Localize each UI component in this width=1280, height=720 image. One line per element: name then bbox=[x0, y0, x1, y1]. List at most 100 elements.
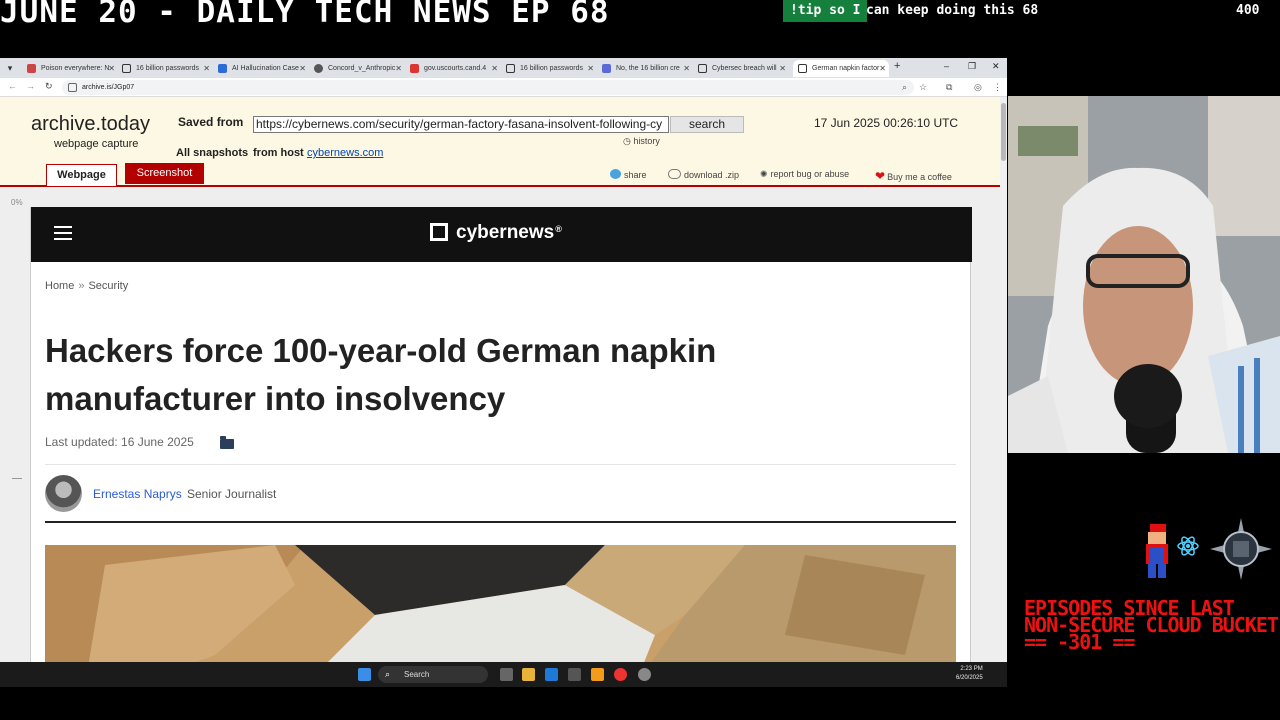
close-icon[interactable]: ✕ bbox=[299, 60, 306, 77]
streamer-video bbox=[1008, 96, 1280, 453]
close-icon[interactable]: ✕ bbox=[779, 60, 786, 77]
menu-dots-icon[interactable]: ⋮ bbox=[993, 82, 1002, 93]
terminal-icon[interactable] bbox=[568, 668, 581, 681]
saved-url-input[interactable]: https://cybernews.com/security/german-fa… bbox=[253, 116, 669, 133]
browser-tab[interactable]: AI Hallucination Case ✕ bbox=[213, 60, 309, 77]
tab-search-icon[interactable]: ▾ bbox=[3, 61, 17, 75]
report-bug-link[interactable]: ✺ report bug or abuse bbox=[760, 169, 849, 180]
scrollbar[interactable] bbox=[1000, 97, 1007, 662]
obs-icon[interactable] bbox=[638, 668, 651, 681]
close-icon[interactable]: ✕ bbox=[587, 60, 594, 77]
maximize-icon[interactable]: ❐ bbox=[968, 61, 976, 72]
address-bar[interactable]: archive.is/JGp07 bbox=[62, 80, 914, 95]
sublime-icon[interactable] bbox=[591, 668, 604, 681]
webcam-feed bbox=[1008, 96, 1280, 453]
page-viewport: archive.today webpage capture Saved from… bbox=[0, 97, 1007, 662]
task-view-icon[interactable] bbox=[500, 668, 513, 681]
author-avatar[interactable] bbox=[45, 475, 82, 512]
favicon-icon bbox=[314, 64, 323, 73]
windows-start-icon[interactable] bbox=[358, 668, 371, 681]
tab-label: No, the 16 billion cre bbox=[616, 65, 680, 72]
taskbar-search-label: Search bbox=[404, 670, 430, 679]
mario-sprite bbox=[1142, 522, 1172, 582]
zoom-icon[interactable]: ⌕ bbox=[902, 82, 907, 93]
episodes-counter: EPISODES SINCE LAST NON-SECURE CLOUD BUC… bbox=[1024, 596, 1279, 654]
download-label: download .zip bbox=[684, 170, 740, 180]
cybernews-logo[interactable]: cybernews® bbox=[430, 222, 562, 246]
author-name-link[interactable]: Ernestas Naprys bbox=[93, 487, 182, 501]
new-tab-icon[interactable]: + bbox=[894, 60, 900, 72]
address-bar-row: ← → ↻ archive.is/JGp07 ⌕ ☆ ⧉ ◎ ⋮ bbox=[0, 78, 1007, 97]
lightbulb-icon: ✺ bbox=[760, 169, 768, 179]
browser-tab-active[interactable]: German napkin factor ✕ bbox=[793, 60, 889, 77]
browser-tab[interactable]: 16 billion passwords ✕ bbox=[117, 60, 213, 77]
url-text: archive.is/JGp07 bbox=[82, 84, 135, 91]
tab-webpage[interactable]: Webpage bbox=[46, 164, 117, 186]
napkin-photo bbox=[45, 545, 956, 662]
tab-label: AI Hallucination Case bbox=[232, 65, 299, 72]
hamburger-menu-icon[interactable] bbox=[54, 226, 72, 240]
file-explorer-icon[interactable] bbox=[522, 668, 535, 681]
breadcrumb-separator-icon: » bbox=[78, 280, 85, 292]
close-icon[interactable]: ✕ bbox=[683, 60, 690, 77]
archive-logo-subtitle: webpage capture bbox=[54, 138, 139, 150]
history-label: history bbox=[633, 136, 660, 146]
download-zip-link[interactable]: download .zip bbox=[668, 169, 739, 180]
folder-icon[interactable] bbox=[220, 436, 234, 449]
capture-timestamp: 17 Jun 2025 00:26:10 UTC bbox=[814, 116, 959, 130]
forward-icon[interactable]: → bbox=[26, 81, 35, 91]
all-snapshots-link[interactable]: All snapshots bbox=[176, 147, 248, 159]
tab-label: 16 billion passwords bbox=[520, 65, 584, 72]
site-info-icon[interactable] bbox=[68, 83, 77, 92]
clock-time: 2:23 PM bbox=[960, 666, 983, 672]
search-button[interactable]: search bbox=[670, 116, 744, 133]
close-window-icon[interactable]: ✕ bbox=[992, 61, 1000, 72]
breadcrumb-home[interactable]: Home bbox=[45, 280, 74, 292]
tab-screenshot[interactable]: Screenshot bbox=[125, 163, 204, 184]
mario-icon bbox=[1146, 524, 1168, 578]
tab-label: 16 billion passwords bbox=[136, 65, 200, 72]
taskbar-clock[interactable]: 2:23 PM 6/20/2025 bbox=[956, 665, 983, 683]
compass-emblem-icon bbox=[1210, 518, 1272, 580]
tab-label: German napkin factor bbox=[812, 65, 880, 72]
close-icon[interactable]: ✕ bbox=[203, 60, 210, 77]
article-hero-image bbox=[45, 545, 956, 662]
close-icon[interactable]: ✕ bbox=[108, 60, 115, 77]
buy-coffee-link[interactable]: ❤ Buy me a coffee bbox=[875, 169, 952, 183]
host-link[interactable]: cybernews.com bbox=[307, 147, 383, 159]
breadcrumb-security[interactable]: Security bbox=[88, 280, 128, 292]
tab-label: gov.uscourts.cand.4 bbox=[424, 65, 487, 72]
mail-icon[interactable] bbox=[545, 668, 558, 681]
history-link[interactable]: ◷ history bbox=[623, 136, 660, 147]
clock-icon: ◷ bbox=[623, 136, 631, 146]
close-icon[interactable]: ✕ bbox=[395, 60, 402, 77]
share-link[interactable]: share bbox=[610, 169, 647, 180]
react-logo bbox=[1176, 534, 1200, 564]
browser-window: ▾ Poison everywhere: N ✕ 16 billion pass… bbox=[0, 58, 1007, 662]
extensions-icon[interactable]: ⧉ bbox=[946, 82, 952, 93]
profile-icon[interactable]: ◎ bbox=[974, 82, 982, 93]
browser-tab[interactable]: 16 billion passwords ✕ bbox=[501, 60, 597, 77]
heart-icon: ❤ bbox=[875, 169, 886, 183]
browser-tab[interactable]: Concord_v_Anthropic ✕ bbox=[309, 60, 405, 77]
archive-logo[interactable]: archive.today bbox=[31, 113, 150, 136]
browser-tab[interactable]: gov.uscourts.cand.4 ✕ bbox=[405, 60, 501, 77]
close-icon[interactable]: ✕ bbox=[491, 60, 498, 77]
reload-icon[interactable]: ↻ bbox=[45, 81, 53, 92]
browser-tab[interactable]: Cybersec breach will ✕ bbox=[693, 60, 789, 77]
bookmark-star-icon[interactable]: ☆ bbox=[919, 82, 927, 93]
taskbar-search[interactable]: ⌕ Search bbox=[378, 666, 488, 683]
close-icon[interactable]: ✕ bbox=[879, 60, 886, 77]
tip-count: 400 bbox=[1236, 3, 1260, 18]
browser-tab[interactable]: Poison everywhere: N ✕ bbox=[22, 60, 118, 77]
browser-tab[interactable]: No, the 16 billion cre ✕ bbox=[597, 60, 693, 77]
tab-strip: ▾ Poison everywhere: N ✕ 16 billion pass… bbox=[0, 58, 1007, 78]
tab-label: Poison everywhere: N bbox=[41, 65, 110, 72]
favicon-icon bbox=[218, 64, 227, 73]
minimize-icon[interactable]: – bbox=[944, 61, 949, 71]
scrollbar-thumb[interactable] bbox=[1001, 103, 1006, 161]
favicon-icon bbox=[410, 64, 419, 73]
chrome-icon[interactable] bbox=[614, 668, 627, 681]
back-icon[interactable]: ← bbox=[8, 81, 17, 91]
stream-top-bar: JUNE 20 - DAILY TECH NEWS EP 68 !tip so … bbox=[0, 0, 1280, 58]
